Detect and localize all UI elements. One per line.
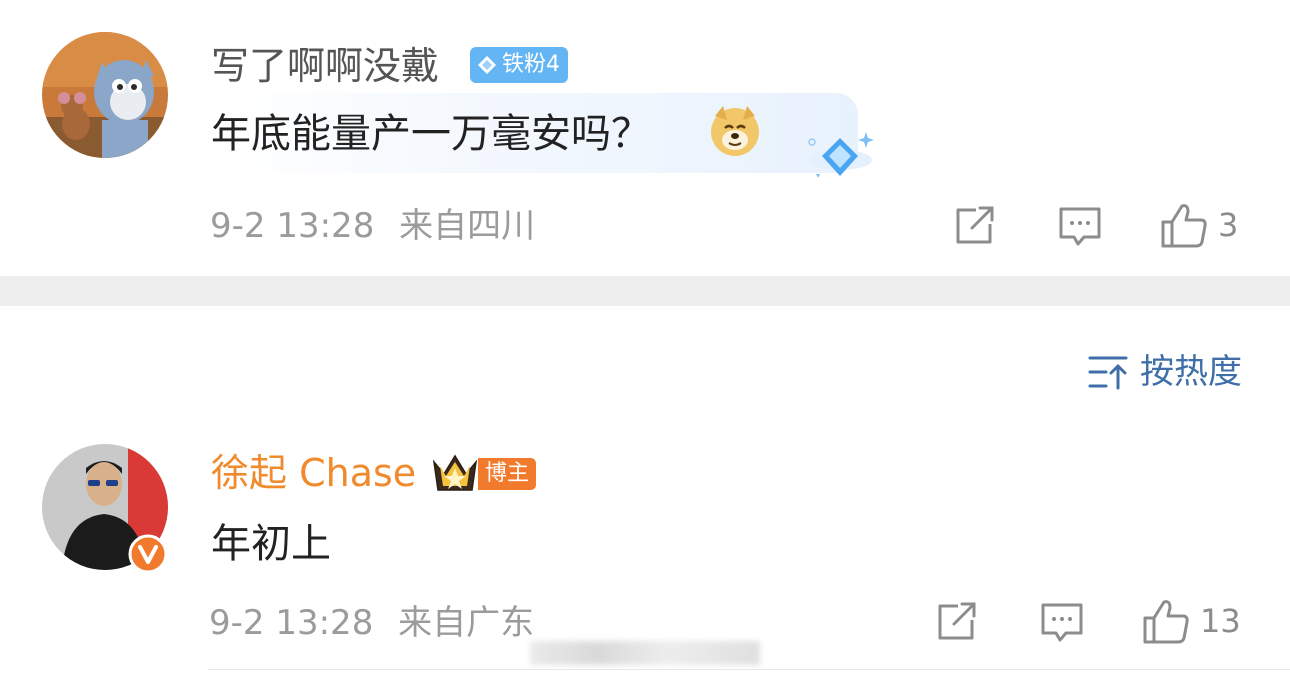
doge-icon: [711, 106, 759, 156]
crown-icon: [432, 454, 478, 491]
share-icon: [956, 206, 994, 244]
thumbs-up-icon: [1161, 204, 1207, 248]
sort-label: 按热度: [1140, 352, 1242, 392]
sort-icon: [1088, 356, 1128, 390]
avatar-image: [42, 32, 168, 158]
share-button[interactable]: [936, 602, 978, 642]
avatar[interactable]: [42, 32, 168, 158]
diamond-decoration-icon: [808, 132, 874, 178]
like-count: 3: [1218, 206, 1239, 244]
fan-badge[interactable]: 铁粉4: [470, 47, 568, 83]
comment-time: 9-2 13:28: [210, 206, 375, 246]
comment-icon: [1041, 603, 1083, 642]
comment-text[interactable]: 年初上: [211, 518, 331, 570]
blurred-overlay: [530, 641, 760, 665]
username[interactable]: 徐起 Chase: [211, 450, 416, 496]
sort-button[interactable]: 按热度: [1088, 352, 1242, 392]
like-button[interactable]: 13: [1142, 598, 1241, 644]
comment-time: 9-2 13:28: [209, 603, 374, 643]
share-icon: [938, 602, 976, 640]
host-badge[interactable]: 博主: [478, 458, 537, 490]
like-button[interactable]: 3: [1160, 202, 1238, 248]
diamond-icon: [478, 56, 496, 74]
username[interactable]: 写了啊啊没戴: [211, 43, 439, 89]
comment-item: 写了啊啊没戴 铁粉4 年底能量产一万毫安吗？ 9-2 13:28 来自四川 3: [0, 0, 1290, 276]
comment-meta: 9-2 13:28 来自广东: [209, 603, 534, 643]
section-divider: [0, 276, 1290, 306]
comment-location: 来自广东: [398, 603, 535, 643]
comment-icon: [1059, 207, 1101, 246]
fan-badge-label: 铁粉4: [502, 52, 560, 77]
thumbs-up-icon: [1143, 600, 1189, 644]
comment-text[interactable]: 年底能量产一万毫安吗？: [211, 108, 651, 160]
verified-icon: [128, 534, 168, 574]
comment-button[interactable]: [1058, 206, 1102, 248]
like-count: 13: [1200, 602, 1241, 640]
comment-button[interactable]: [1040, 602, 1084, 644]
comment-location: 来自四川: [399, 206, 536, 246]
row-divider: [208, 669, 1290, 670]
share-button[interactable]: [954, 206, 996, 246]
comment-meta: 9-2 13:28 来自四川: [210, 206, 535, 246]
